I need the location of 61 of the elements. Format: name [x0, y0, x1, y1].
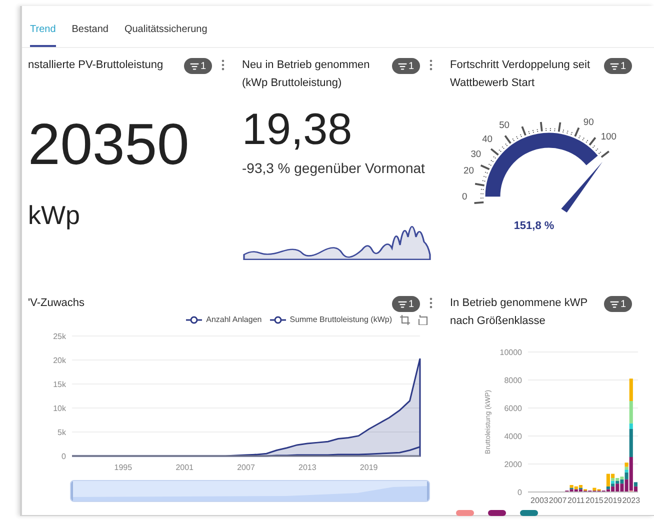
x-axis-label: 2007 [237, 463, 255, 472]
y-axis-label: 0 [518, 488, 522, 497]
legend-swatch [456, 510, 474, 516]
x-axis-label: 2019 [360, 463, 378, 472]
card-title: Neu in Betrieb genommen (kWp Bruttoleistung) [242, 58, 371, 91]
x-axis-label: 2001 [176, 463, 194, 472]
filter-badge[interactable]: 1 [604, 296, 632, 312]
gauge-label: 90 [583, 116, 594, 127]
card-title: In Betrieb genommene kWP nach Größenklasse [450, 296, 588, 329]
kpi-value: 19,38 [242, 108, 354, 152]
y-axis-label: 10k [53, 404, 66, 413]
gauge-reading: 151,8 % [514, 219, 554, 234]
filter-badge[interactable]: 1 [392, 296, 420, 312]
filter-icon [610, 62, 620, 70]
legend-marker-icon [270, 316, 286, 324]
filter-badge[interactable]: 1 [604, 58, 632, 74]
x-axis-label: 2003 [530, 496, 548, 505]
x-axis-label: 2013 [298, 463, 316, 472]
x-axis-label: 2007 [548, 496, 567, 505]
kpi-value: 20350 [28, 116, 190, 174]
tab[interactable]: Qualitätssicherung [124, 22, 208, 47]
zoom-tool-icon[interactable] [400, 315, 410, 325]
gauge-label: 0 [462, 191, 468, 202]
y-axis-label: 15k [53, 380, 66, 389]
y-axis-label: 25k [53, 332, 66, 341]
y-axis-label: 0 [62, 452, 66, 461]
legend-item[interactable]: Anzahl Anlagen [186, 314, 262, 326]
y-axis-label: 10000 [500, 348, 522, 357]
card-title: Fortschritt Verdoppelung seit Wattbewerb Start [450, 58, 592, 91]
y-axis-label: 5k [58, 428, 66, 437]
x-axis-label: 2011 [568, 496, 585, 505]
filter-badge[interactable]: 1 [392, 58, 420, 74]
filter-badge[interactable]: 1 [184, 58, 212, 74]
y-axis-label: 6000 [504, 404, 522, 413]
filter-icon [398, 62, 408, 70]
card-title: nstallierte PV-Bruttoleistung [28, 58, 164, 73]
change-text: -93,3 % gegenüber Vormonat [242, 159, 426, 178]
x-axis-label: 2019 [604, 496, 622, 505]
gauge-label: 40 [482, 134, 492, 144]
reset-tool-icon[interactable] [418, 315, 428, 325]
legend-swatch [488, 510, 506, 516]
filter-icon [398, 300, 408, 308]
gauge-label: 50 [499, 120, 510, 130]
legend-marker-icon [186, 316, 202, 324]
gauge-label: 100 [600, 132, 616, 142]
card-title: 'V-Zuwachs [28, 296, 86, 311]
y-axis-label: 20k [53, 356, 66, 365]
x-axis-label: 1995 [114, 463, 132, 472]
filter-icon [190, 62, 200, 70]
legend-swatch [520, 510, 538, 516]
y-axis-label: 8000 [504, 376, 522, 385]
x-axis-label: 2023 [622, 496, 640, 505]
gauge-label: 30 [470, 149, 482, 160]
tab[interactable]: Bestand [72, 22, 108, 47]
x-axis-label: 2015 [586, 496, 604, 505]
kpi-unit: kWp [28, 199, 81, 232]
legend-item[interactable]: Summe Bruttoleistung (kWp) [270, 314, 392, 326]
y-axis-label: 2000 [504, 460, 522, 469]
gauge-label: 20 [464, 165, 474, 176]
y-axis-label: 4000 [504, 432, 522, 441]
filter-icon [610, 300, 620, 308]
